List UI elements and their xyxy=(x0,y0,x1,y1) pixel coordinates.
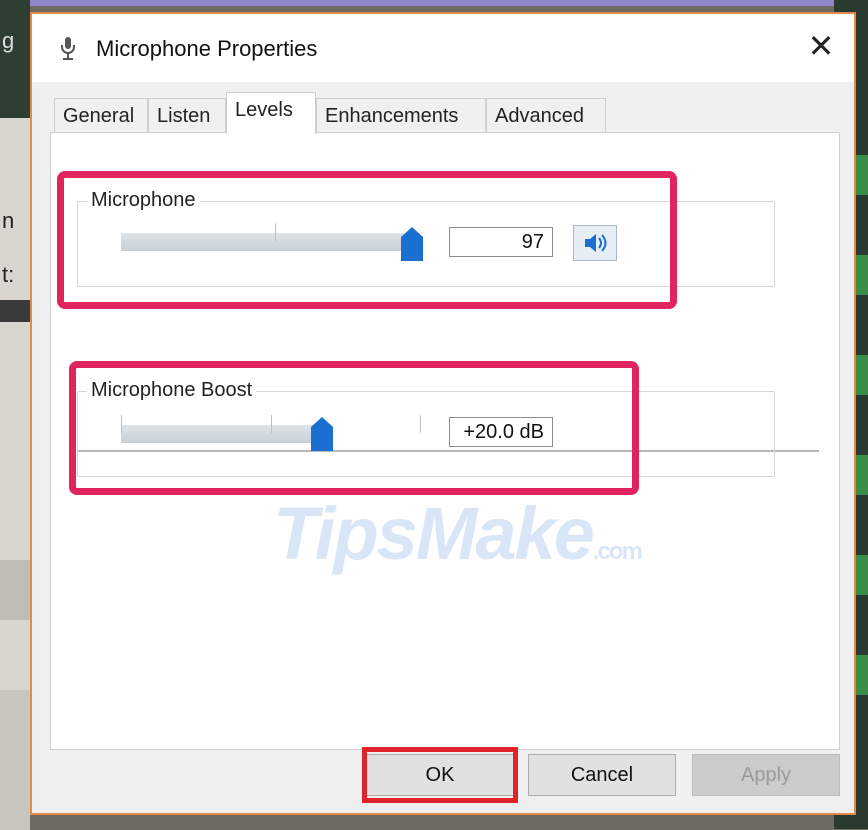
window-title: Microphone Properties xyxy=(96,36,318,61)
apply-button[interactable]: Apply xyxy=(692,754,840,796)
ok-highlight-box xyxy=(362,747,518,803)
watermark: TipsMake.com xyxy=(273,491,643,576)
watermark-suffix: .com xyxy=(592,538,643,565)
close-icon[interactable]: ✕ xyxy=(806,30,836,62)
microphone-highlight-box xyxy=(57,171,677,309)
tab-listen[interactable]: Listen xyxy=(148,98,226,132)
tab-enhancements[interactable]: Enhancements xyxy=(316,98,486,132)
background-window-left: g n t: xyxy=(0,0,30,830)
watermark-text: TipsMake xyxy=(273,492,595,575)
tab-advanced[interactable]: Advanced xyxy=(486,98,606,132)
title-bar[interactable]: Microphone Properties ✕ xyxy=(32,14,854,82)
cancel-button[interactable]: Cancel xyxy=(528,754,676,796)
tab-general[interactable]: General xyxy=(54,98,148,132)
background-text: n xyxy=(2,208,15,233)
tab-levels[interactable]: Levels xyxy=(226,92,316,134)
microphone-boost-highlight-box xyxy=(69,361,639,495)
microphone-properties-dialog: Microphone Properties ✕ General Listen L… xyxy=(30,12,856,815)
microphone-icon xyxy=(60,36,76,62)
background-text: t: xyxy=(2,262,15,287)
background-text: g xyxy=(2,28,15,53)
desktop-top-bar xyxy=(0,0,868,6)
levels-panel: Microphone 97 Microphone Boost +20.0 dB … xyxy=(50,132,840,750)
